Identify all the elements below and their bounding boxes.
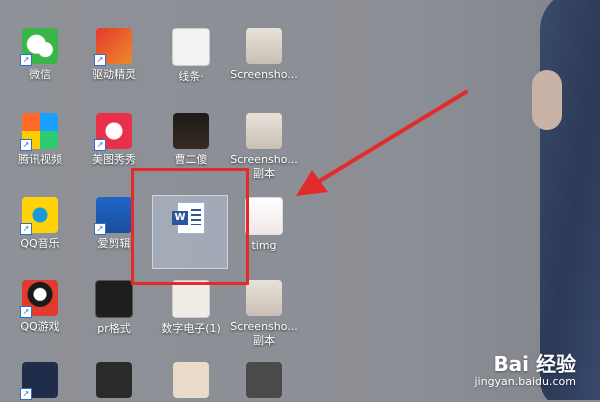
app-icon: ↗ <box>20 362 58 400</box>
desktop-icon-wechat[interactable]: ↗ 微信 <box>4 28 76 82</box>
image-file-icon <box>173 362 209 398</box>
watermark-url: jingyan.baidu.com <box>474 375 576 388</box>
desktop-icon-screenshot-3[interactable]: Screensho... 副本 <box>228 280 300 348</box>
desktop-icon-qqmusic[interactable]: ↗ QQ音乐 <box>4 197 76 251</box>
driver-genius-icon: ↗ <box>94 28 132 66</box>
image-file-icon <box>245 197 283 235</box>
image-file-icon <box>246 362 282 398</box>
image-file-icon <box>246 280 282 316</box>
desktop-icon-partial-3[interactable] <box>155 362 227 402</box>
image-file-icon <box>246 28 282 64</box>
desktop-icon-qqgame[interactable]: ↗ QQ游戏 <box>4 280 76 334</box>
desktop-icon-caoer[interactable]: 曹二傻 <box>155 113 227 167</box>
desktop-icon-prgeshi[interactable]: pr格式 <box>78 280 150 336</box>
desktop-icon-partial-4[interactable] <box>228 362 300 402</box>
desktop-icon-tencent-video[interactable]: ↗ 腾讯视频 <box>4 113 76 167</box>
video-editor-icon: ↗ <box>94 197 132 235</box>
image-file-icon <box>95 280 133 318</box>
wallpaper-person <box>530 0 600 400</box>
qq-music-icon: ↗ <box>20 197 58 235</box>
watermark-logo-text: Bai 经验 <box>493 352 576 376</box>
wechat-icon: ↗ <box>20 28 58 66</box>
desktop-icon-xiantiao[interactable]: 线条· <box>155 28 227 84</box>
image-file-icon <box>172 280 210 318</box>
desktop: ↗ 微信 ↗ 驱动精灵 线条· Screensho... ↗ 腾讯视频 ↗ 美图… <box>0 0 600 400</box>
desktop-icon-meitu[interactable]: ↗ 美图秀秀 <box>78 113 150 167</box>
desktop-icon-shuzi[interactable]: 数字电子(1) <box>155 280 227 336</box>
image-file-icon <box>96 362 132 398</box>
highlight-box <box>131 168 249 285</box>
tencent-video-icon: ↗ <box>20 113 58 151</box>
image-file-icon <box>246 113 282 149</box>
qq-game-icon: ↗ <box>20 280 58 318</box>
image-file-icon <box>173 113 209 149</box>
meitu-icon: ↗ <box>94 113 132 151</box>
desktop-icon-partial-1[interactable]: ↗ <box>4 362 76 402</box>
desktop-icon-screenshot-1[interactable]: Screensho... <box>228 28 300 82</box>
baidu-watermark: Bai 经验 jingyan.baidu.com <box>474 353 576 388</box>
desktop-icon-partial-2[interactable] <box>78 362 150 402</box>
image-file-icon <box>172 28 210 66</box>
desktop-icon-qudong[interactable]: ↗ 驱动精灵 <box>78 28 150 82</box>
